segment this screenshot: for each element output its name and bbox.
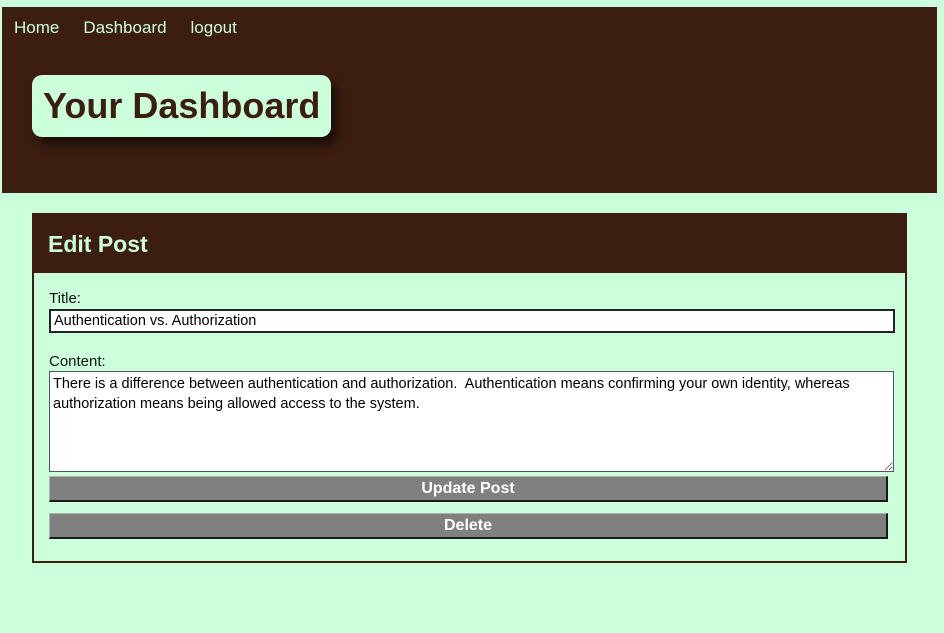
edit-post-card: Edit Post Title: Content: There is a dif… bbox=[32, 213, 907, 563]
content-textarea[interactable]: There is a difference between authentica… bbox=[49, 371, 894, 472]
update-post-button[interactable]: Update Post bbox=[49, 476, 888, 502]
nav-home-link[interactable]: Home bbox=[14, 18, 59, 38]
edit-post-heading: Edit Post bbox=[48, 230, 148, 257]
delete-button[interactable]: Delete bbox=[49, 513, 888, 539]
nav-dashboard-link[interactable]: Dashboard bbox=[83, 18, 166, 38]
title-label: Title: bbox=[49, 290, 81, 307]
edit-post-header: Edit Post bbox=[34, 215, 905, 273]
nav-logout-link[interactable]: logout bbox=[191, 18, 237, 38]
content-label: Content: bbox=[49, 353, 106, 370]
page-title: Your Dashboard bbox=[43, 85, 321, 126]
site-header: Home Dashboard logout Your Dashboard bbox=[2, 7, 937, 193]
page-title-banner: Your Dashboard bbox=[32, 75, 332, 137]
main-nav: Home Dashboard logout bbox=[14, 18, 237, 38]
title-input[interactable] bbox=[49, 309, 895, 333]
